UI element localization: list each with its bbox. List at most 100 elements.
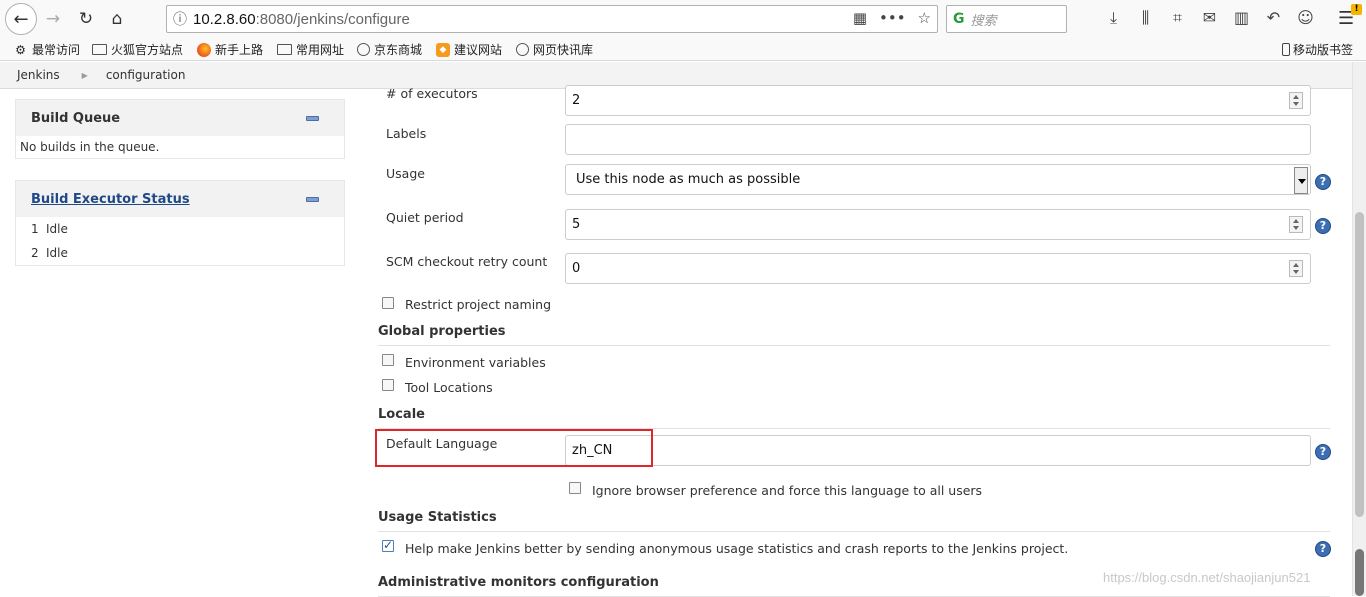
number-spinner[interactable] <box>1289 260 1303 277</box>
help-icon[interactable]: ? <box>1315 174 1331 190</box>
collapse-icon[interactable] <box>306 116 319 121</box>
quiet-period-value: 5 <box>572 217 581 232</box>
env-vars-label: Environment variables <box>405 355 546 370</box>
annotation-highlight-box <box>375 429 653 467</box>
undo-icon[interactable]: ↶ <box>1264 8 1283 28</box>
watermark: https://blog.csdn.net/shaojianjun521 <box>1103 570 1311 585</box>
chevron-right-icon: ▶ <box>81 70 88 80</box>
chat-icon[interactable]: ✉ <box>1200 8 1219 28</box>
tool-locations-label: Tool Locations <box>405 380 493 395</box>
home-icon: ⌂ <box>111 9 123 29</box>
tool-locations-checkbox[interactable] <box>382 379 394 391</box>
executor-status-link[interactable]: Build Executor Status <box>31 192 190 207</box>
executor-state: Idle <box>46 246 68 260</box>
breadcrumb-configuration[interactable]: configuration <box>106 68 186 82</box>
browser-toolbar: ← → ↻ ⌂ ⓘ 10.2.8.60:8080/jenkins/configu… <box>0 0 1366 38</box>
build-queue-pane: Build Queue No builds in the queue. <box>15 99 345 159</box>
page-scrollbar[interactable] <box>1352 62 1366 596</box>
phone-icon <box>1282 43 1290 56</box>
back-button[interactable]: ← <box>5 3 37 35</box>
account-icon[interactable]: ☺ <box>1296 8 1315 28</box>
folder-icon <box>92 44 107 55</box>
mobile-bookmarks[interactable]: 移动版书签 <box>1282 41 1353 58</box>
env-vars-checkbox[interactable] <box>382 354 394 366</box>
url-host: 10.2.8.60 <box>193 10 256 28</box>
bookmark-suggested[interactable]: ◆ 建议网站 <box>436 41 502 58</box>
executor-status-pane: Build Executor Status 1 Idle 2 Idle <box>15 180 345 266</box>
number-spinner[interactable] <box>1289 216 1303 233</box>
chevron-down-icon[interactable] <box>1294 167 1308 194</box>
bookmark-common-sites[interactable]: 常用网址 <box>277 41 344 58</box>
arrow-left-icon: ← <box>13 8 29 30</box>
home-button[interactable]: ⌂ <box>102 5 132 33</box>
restrict-naming-checkbox[interactable] <box>382 297 394 309</box>
number-spinner[interactable] <box>1289 92 1303 109</box>
scm-retry-value: 0 <box>572 261 581 276</box>
firefox-icon <box>197 42 211 57</box>
labels-input[interactable] <box>565 124 1311 155</box>
build-queue-header: Build Queue <box>16 100 344 136</box>
arrow-right-icon: → <box>45 9 61 29</box>
forward-button[interactable]: → <box>38 5 68 33</box>
info-icon[interactable]: ⓘ <box>167 9 193 29</box>
sidebar-toggle-icon[interactable]: ▥ <box>1232 8 1251 28</box>
scrollbar-thumb-secondary[interactable] <box>1355 549 1364 596</box>
usage-label: Usage <box>386 166 425 181</box>
executors-label: # of executors <box>386 86 478 101</box>
bookmark-getting-started[interactable]: 新手上路 <box>197 41 263 58</box>
qr-code-icon[interactable]: ▦ <box>853 9 867 27</box>
bookmarks-bar: ⚙ 最常访问 火狐官方站点 新手上路 常用网址 京东商城 ◆ 建议网站 网页快讯库 … <box>0 38 1366 61</box>
build-queue-title: Build Queue <box>31 110 121 126</box>
url-bar[interactable]: ⓘ 10.2.8.60:8080/jenkins/configure ▦ •••… <box>166 5 938 33</box>
download-icon[interactable]: ⤓ <box>1104 8 1123 28</box>
usage-value: Use this node as much as possible <box>576 172 801 187</box>
star-bookmark-icon[interactable]: ☆ <box>918 9 931 27</box>
locale-header: Locale <box>378 407 1330 429</box>
more-actions-icon[interactable]: ••• <box>879 9 906 27</box>
globe-icon <box>357 43 370 56</box>
quiet-period-input[interactable]: 5 <box>565 209 1311 240</box>
search-input[interactable]: G 搜索 <box>946 5 1067 33</box>
usage-statistics-header: Usage Statistics <box>378 510 1330 532</box>
usage-stats-checkbox[interactable] <box>382 538 394 552</box>
reload-icon: ↻ <box>78 9 94 29</box>
bookmark-web-slices[interactable]: 网页快讯库 <box>516 41 593 58</box>
search-engine-icon[interactable]: G <box>953 11 965 27</box>
build-queue-empty: No builds in the queue. <box>20 140 160 154</box>
bookmark-jd[interactable]: 京东商城 <box>357 41 422 58</box>
breadcrumb-jenkins[interactable]: Jenkins <box>17 68 60 82</box>
executor-state: Idle <box>46 222 68 236</box>
global-properties-header: Global properties <box>378 324 1330 346</box>
scm-retry-label: SCM checkout retry count <box>386 254 548 269</box>
executors-value: 2 <box>572 93 581 108</box>
reload-button[interactable]: ↻ <box>71 5 101 33</box>
collapse-icon[interactable] <box>306 197 319 202</box>
executor-row: 2 Idle <box>31 246 68 260</box>
suggested-sites-icon: ◆ <box>436 42 450 57</box>
executor-status-header: Build Executor Status <box>16 181 344 217</box>
scrollbar-thumb[interactable] <box>1355 212 1364 517</box>
search-placeholder: 搜索 <box>970 13 997 29</box>
globe-icon <box>516 43 529 56</box>
folder-icon <box>277 44 292 55</box>
usage-stats-label: Help make Jenkins better by sending anon… <box>405 541 1069 556</box>
help-icon[interactable]: ? <box>1315 541 1331 557</box>
default-language-input[interactable]: zh_CN <box>565 435 1311 466</box>
quiet-period-label: Quiet period <box>386 210 464 225</box>
executors-input[interactable]: 2 <box>565 85 1311 116</box>
help-icon[interactable]: ? <box>1315 218 1331 234</box>
restrict-naming-label: Restrict project naming <box>405 297 552 312</box>
scm-retry-input[interactable]: 0 <box>565 253 1311 284</box>
ignore-browser-label: Ignore browser preference and force this… <box>592 483 983 498</box>
help-icon[interactable]: ? <box>1315 444 1331 460</box>
bookmark-most-visited[interactable]: ⚙ 最常访问 <box>13 41 80 58</box>
library-icon[interactable]: ⫼ <box>1136 8 1155 28</box>
crop-icon[interactable]: ⌗ <box>1168 8 1187 28</box>
warning-icon: ! <box>1351 4 1362 15</box>
usage-select[interactable]: Use this node as much as possible <box>565 164 1311 195</box>
labels-label: Labels <box>386 126 427 141</box>
url-path: :8080/jenkins/configure <box>255 10 410 28</box>
executor-row: 1 Idle <box>31 222 68 236</box>
ignore-browser-checkbox[interactable] <box>569 482 581 494</box>
bookmark-firefox-site[interactable]: 火狐官方站点 <box>92 41 183 58</box>
